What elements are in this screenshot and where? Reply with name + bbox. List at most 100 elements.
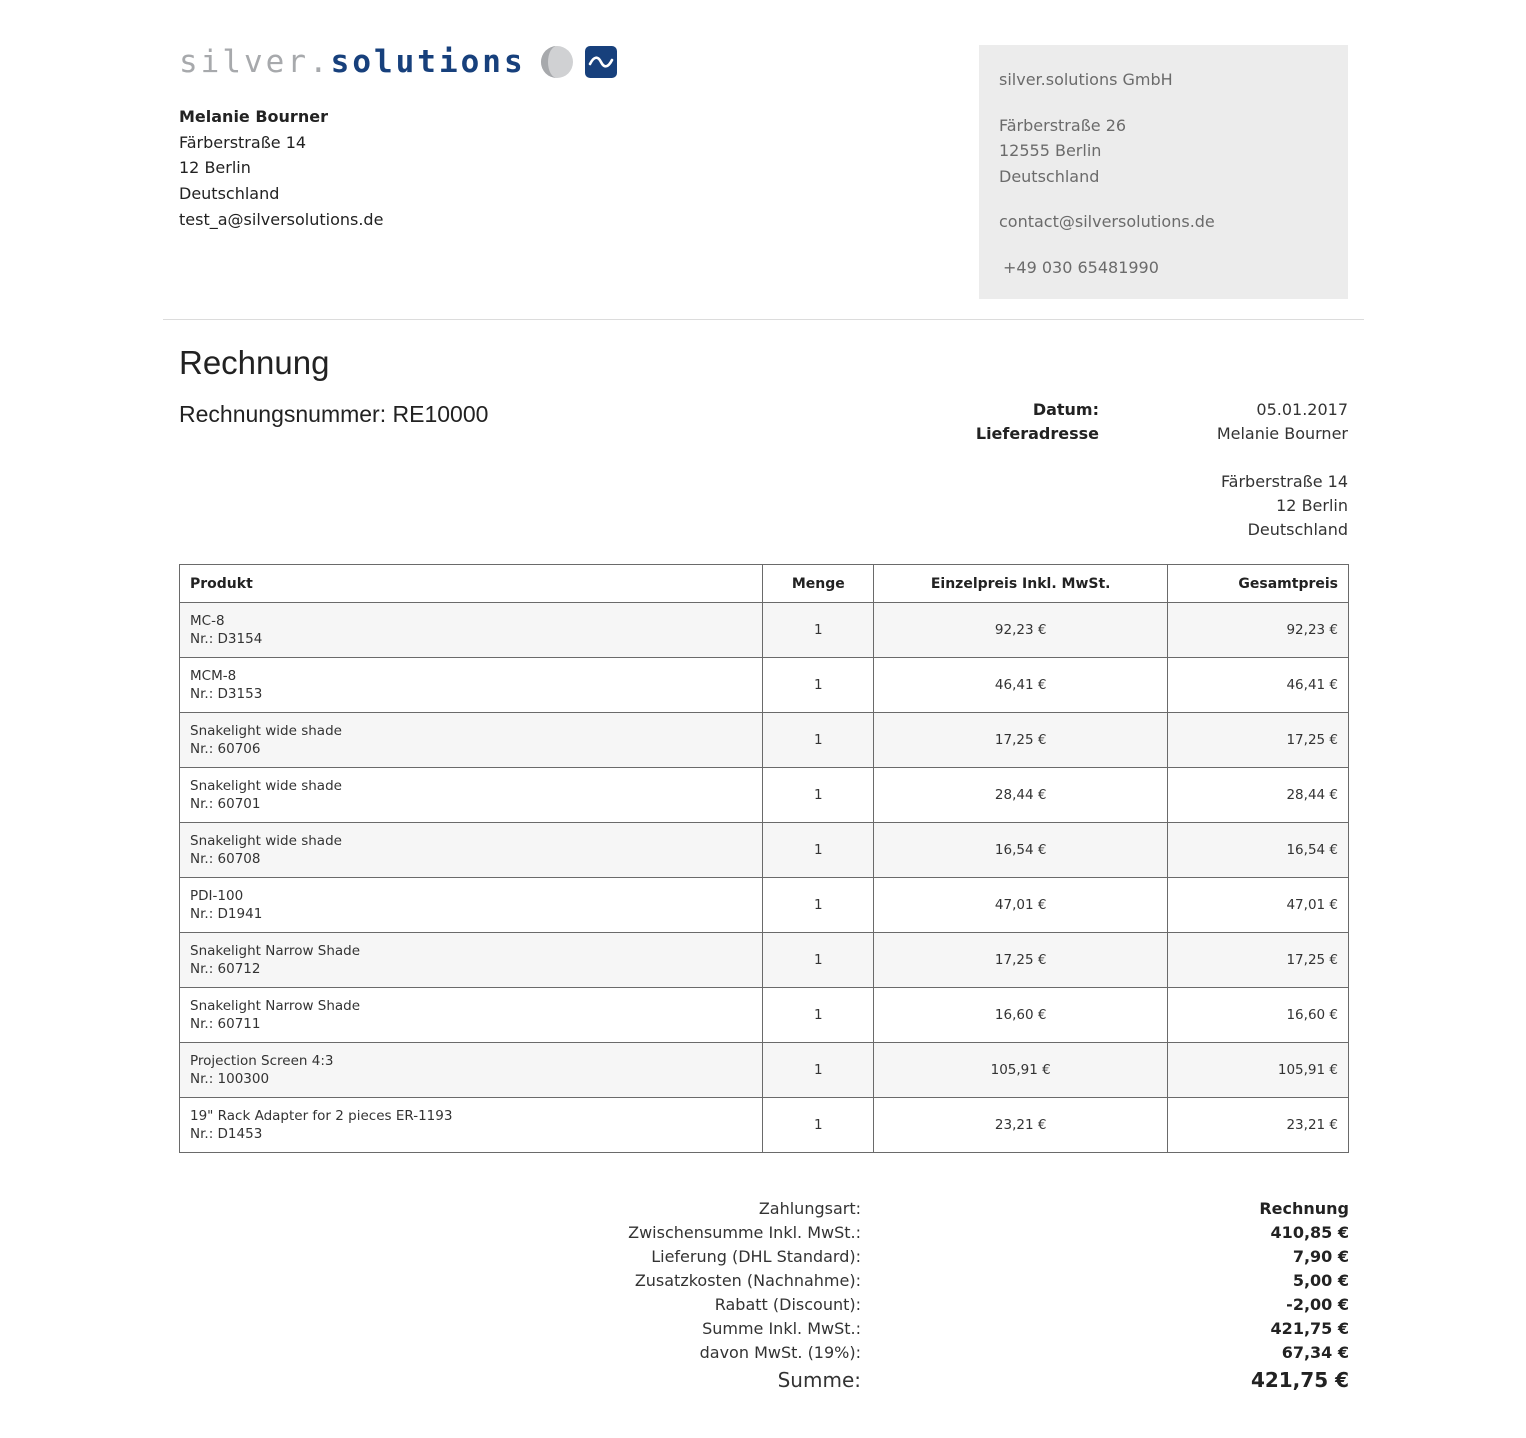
product-name: MC-8 (190, 613, 225, 629)
product-cell: Snakelight wide shade Nr.: 60708 (178, 822, 764, 878)
total-price-cell: 16,60 € (1167, 987, 1349, 1043)
product-name: Snakelight wide shade (190, 723, 342, 739)
grand-total-label: Summe: (777, 1368, 861, 1392)
total-price-cell: 16,54 € (1167, 822, 1349, 878)
product-number: Nr.: 60706 (190, 741, 261, 757)
product-number: Nr.: 60711 (190, 1016, 261, 1032)
product-name: Projection Screen 4:3 (190, 1053, 334, 1069)
table-row: 19" Rack Adapter for 2 pieces ER-1193 Nr.… (178, 1097, 1349, 1153)
column-header-unit-price: Einzelpreis Inkl. MwSt. (873, 564, 1169, 603)
quantity-cell: 1 (762, 767, 875, 823)
discount-value: -2,00 € (1286, 1295, 1349, 1314)
product-name: Snakelight wide shade (190, 833, 342, 849)
product-name: Snakelight wide shade (190, 778, 342, 794)
total-price-cell: 105,91 € (1167, 1042, 1349, 1098)
invoice-date: 05.01.2017 (1256, 400, 1348, 419)
company-street: Färberstraße 26 (999, 115, 1127, 135)
invoice-meta-values: 05.01.2017 Melanie Bourner Färberstraße … (1148, 398, 1348, 542)
unit-price-cell: 28,44 € (873, 767, 1169, 823)
product-number: Nr.: 60701 (190, 796, 261, 812)
total-price-cell: 17,25 € (1167, 932, 1349, 988)
product-number: Nr.: D1941 (190, 906, 263, 922)
unit-price-cell: 23,21 € (873, 1097, 1169, 1153)
date-label: Datum: (1032, 400, 1099, 419)
customer-name: Melanie Bourner (179, 107, 328, 126)
delivery-city: 12 Berlin (1276, 496, 1348, 515)
payment-method-value: Rechnung (1259, 1199, 1349, 1218)
unit-price-cell: 17,25 € (873, 932, 1169, 988)
quantity-cell: 1 (762, 932, 875, 988)
vat-value: 67,34 € (1281, 1343, 1349, 1362)
discount-label: Rabatt (Discount): (714, 1295, 861, 1314)
customer-email: test_a@silversolutions.de (179, 209, 384, 229)
unit-price-cell: 16,60 € (873, 987, 1169, 1043)
product-number: Nr.: 60712 (190, 961, 261, 977)
shipping-value: 7,90 € (1292, 1247, 1349, 1266)
table-row: Snakelight Narrow Shade Nr.: 60712 1 17,2… (178, 932, 1349, 988)
customer-street: Färberstraße 14 (179, 132, 307, 152)
quantity-cell: 1 (762, 1042, 875, 1098)
product-name: 19" Rack Adapter for 2 pieces ER-1193 (190, 1108, 453, 1124)
unit-price-cell: 105,91 € (873, 1042, 1169, 1098)
product-number: Nr.: D3154 (190, 631, 263, 647)
delivery-street: Färberstraße 14 (1220, 472, 1348, 491)
quantity-cell: 1 (762, 657, 875, 713)
product-name: PDI-100 (190, 888, 244, 904)
vat-label: davon MwSt. (19%): (699, 1343, 861, 1362)
delivery-country: Deutschland (1247, 520, 1348, 539)
table-row: Snakelight wide shade Nr.: 60701 1 28,44 … (178, 767, 1349, 823)
logo-solutions-text: solutions (330, 44, 526, 80)
company-name: silver.solutions GmbH (999, 70, 1173, 89)
unit-price-cell: 46,41 € (873, 657, 1169, 713)
table-row: Snakelight Narrow Shade Nr.: 60711 1 16,6… (178, 987, 1349, 1043)
product-cell: Projection Screen 4:3 Nr.: 100300 (178, 1042, 764, 1098)
totals-values: Rechnung 410,85 € 7,90 € 5,00 € -2,00 € … (1100, 1197, 1349, 1395)
delivery-name: Melanie Bourner (1216, 424, 1348, 443)
quantity-cell: 1 (762, 987, 875, 1043)
table-header-row: Produkt Menge Einzelpreis Inkl. MwSt. Ge… (178, 564, 1349, 603)
invoice-meta-labels: Datum: Lieferadresse (960, 398, 1099, 446)
sum-incl-vat-label: Summe Inkl. MwSt.: (702, 1319, 861, 1338)
quantity-cell: 1 (762, 602, 875, 658)
grand-total-value: 421,75 € (1250, 1368, 1349, 1392)
unit-price-cell: 92,23 € (873, 602, 1169, 658)
subtotal-value: 410,85 € (1270, 1223, 1349, 1242)
customer-country: Deutschland (179, 184, 280, 204)
table-row: MC-8 Nr.: D3154 1 92,23 € 92,23 € (178, 602, 1349, 658)
header-divider (163, 319, 1364, 320)
column-header-total: Gesamtpreis (1167, 564, 1349, 603)
product-cell: PDI-100 Nr.: D1941 (178, 877, 764, 933)
shipping-label: Lieferung (DHL Standard): (651, 1247, 861, 1266)
total-price-cell: 47,01 € (1167, 877, 1349, 933)
wave-icon (584, 46, 617, 78)
total-price-cell: 23,21 € (1167, 1097, 1349, 1153)
customer-city: 12 Berlin (179, 158, 251, 178)
total-price-cell: 46,41 € (1167, 657, 1349, 713)
totals-labels: Zahlungsart: Zwischensumme Inkl. MwSt.: … (560, 1197, 861, 1395)
logo-wordmark: silver.solutions (179, 44, 526, 80)
table-row: PDI-100 Nr.: D1941 1 47,01 € 47,01 € (178, 877, 1349, 933)
product-cell: Snakelight Narrow Shade Nr.: 60711 (178, 987, 764, 1043)
total-price-cell: 17,25 € (1167, 712, 1349, 768)
unit-price-cell: 16,54 € (873, 822, 1169, 878)
table-row: Projection Screen 4:3 Nr.: 100300 1 105,9… (178, 1042, 1349, 1098)
table-row: Snakelight wide shade Nr.: 60708 1 16,54 … (178, 822, 1349, 878)
quantity-cell: 1 (762, 822, 875, 878)
table-row: Snakelight wide shade Nr.: 60706 1 17,25 … (178, 712, 1349, 768)
quantity-cell: 1 (762, 712, 875, 768)
company-country: Deutschland (999, 166, 1100, 186)
product-cell: Snakelight Narrow Shade Nr.: 60712 (178, 932, 764, 988)
delivery-label: Lieferadresse (975, 424, 1099, 443)
product-number: Nr.: 60708 (190, 851, 261, 867)
product-cell: MCM-8 Nr.: D3153 (178, 657, 764, 713)
company-logo: silver.solutions (179, 40, 618, 84)
product-number: Nr.: D1453 (190, 1126, 263, 1142)
company-city: 12555 Berlin (999, 141, 1102, 160)
product-cell: 19" Rack Adapter for 2 pieces ER-1193 Nr.… (178, 1097, 764, 1153)
total-price-cell: 28,44 € (1167, 767, 1349, 823)
product-number: Nr.: D3153 (190, 686, 263, 702)
payment-method-label: Zahlungsart: (758, 1199, 861, 1218)
company-phone: +49 030 65481990 (1003, 257, 1159, 277)
product-name: Snakelight Narrow Shade (190, 998, 361, 1014)
invoice-number: Rechnungsnummer: RE10000 (179, 401, 489, 427)
